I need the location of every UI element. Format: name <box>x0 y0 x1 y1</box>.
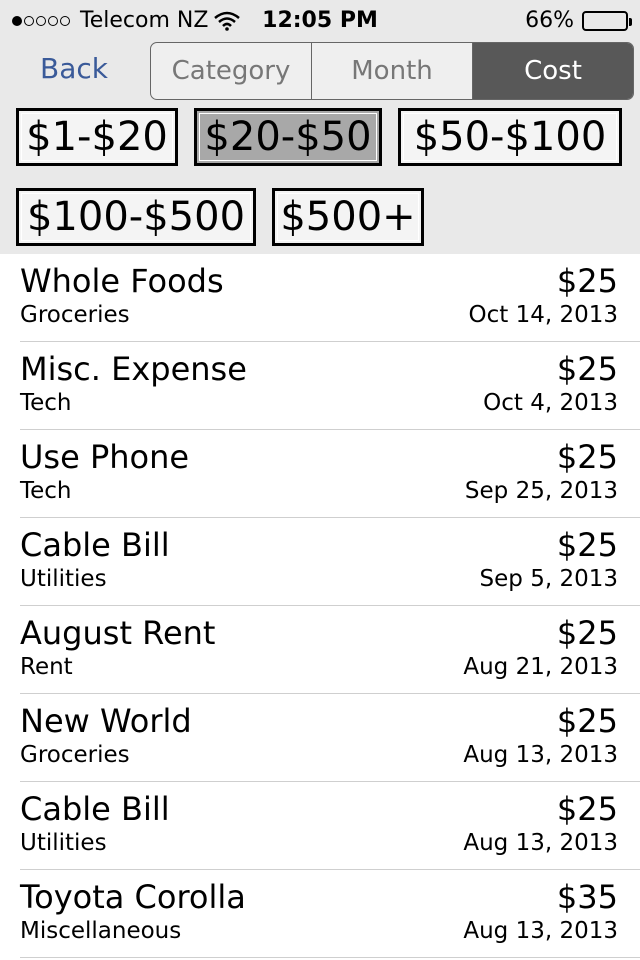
expense-category: Tech <box>20 390 72 416</box>
back-button[interactable]: Back <box>40 52 108 85</box>
expense-category: Rent <box>20 654 73 680</box>
expense-name: Use Phone <box>20 438 190 476</box>
expense-name: Cable Bill <box>20 790 170 828</box>
expense-date: Aug 13, 2013 <box>463 918 618 944</box>
expense-list: Whole Foods Groceries $25 Oct 14, 2013 M… <box>0 254 640 958</box>
filter-500-plus[interactable]: $500+ <box>272 188 424 246</box>
expense-row[interactable]: Cable Bill Utilities $25 Aug 13, 2013 <box>0 782 640 870</box>
expense-amount: $25 <box>556 614 618 652</box>
expense-category: Tech <box>20 478 72 504</box>
expense-date: Aug 13, 2013 <box>463 830 618 856</box>
expense-row[interactable]: August Rent Rent $25 Aug 21, 2013 <box>0 606 640 694</box>
expense-category: Groceries <box>20 742 130 768</box>
filter-1-20[interactable]: $1-$20 <box>16 108 178 166</box>
expense-row[interactable]: New World Groceries $25 Aug 13, 2013 <box>0 694 640 782</box>
expense-date: Sep 5, 2013 <box>479 566 618 592</box>
expense-date: Oct 4, 2013 <box>483 390 618 416</box>
filter-20-50[interactable]: $20-$50 <box>194 108 382 166</box>
expense-row[interactable]: Cable Bill Utilities $25 Sep 5, 2013 <box>0 518 640 606</box>
expense-amount: $35 <box>556 878 618 916</box>
expense-category: Miscellaneous <box>20 918 182 944</box>
expense-row[interactable]: Toyota Corolla Miscellaneous $35 Aug 13,… <box>0 870 640 958</box>
sort-segmented-control: Category Month Cost <box>150 42 634 100</box>
status-bar: Telecom NZ 12:05 PM 66% <box>0 0 640 40</box>
expense-date: Aug 13, 2013 <box>463 742 618 768</box>
expense-amount: $25 <box>556 702 618 740</box>
expense-category: Utilities <box>20 566 107 592</box>
expense-amount: $25 <box>556 350 618 388</box>
expense-name: Toyota Corolla <box>20 878 246 916</box>
expense-amount: $25 <box>556 526 618 564</box>
expense-amount: $25 <box>556 790 618 828</box>
filter-100-500[interactable]: $100-$500 <box>16 188 256 246</box>
segment-month[interactable]: Month <box>312 43 473 99</box>
expense-date: Sep 25, 2013 <box>464 478 618 504</box>
expense-row[interactable]: Use Phone Tech $25 Sep 25, 2013 <box>0 430 640 518</box>
expense-amount: $25 <box>556 262 618 300</box>
expense-row[interactable]: Whole Foods Groceries $25 Oct 14, 2013 <box>0 254 640 342</box>
segment-category[interactable]: Category <box>151 43 312 99</box>
header-area: Telecom NZ 12:05 PM 66% Back Category Mo… <box>0 0 640 254</box>
battery-icon <box>582 10 632 31</box>
expense-name: August Rent <box>20 614 216 652</box>
expense-name: Whole Foods <box>20 262 224 300</box>
expense-category: Groceries <box>20 302 130 328</box>
segment-cost[interactable]: Cost <box>473 43 633 99</box>
expense-name: Misc. Expense <box>20 350 247 388</box>
expense-date: Oct 14, 2013 <box>468 302 619 328</box>
navigation-bar: Back Category Month Cost <box>0 40 640 102</box>
filter-50-100[interactable]: $50-$100 <box>398 108 622 166</box>
expense-category: Utilities <box>20 830 107 856</box>
expense-row[interactable]: Misc. Expense Tech $25 Oct 4, 2013 <box>0 342 640 430</box>
expense-name: New World <box>20 702 192 740</box>
battery-percentage: 66% <box>525 8 574 33</box>
expense-name: Cable Bill <box>20 526 170 564</box>
expense-date: Aug 21, 2013 <box>463 654 618 680</box>
expense-amount: $25 <box>556 438 618 476</box>
